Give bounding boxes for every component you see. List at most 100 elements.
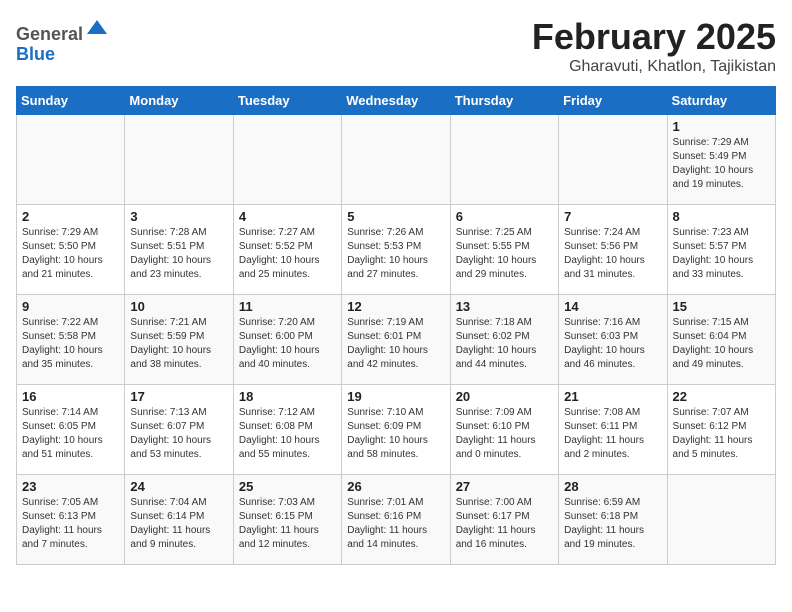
day-info: Sunrise: 7:05 AM Sunset: 6:13 PM Dayligh…: [22, 496, 119, 552]
calendar-cell: 10Sunrise: 7:21 AM Sunset: 5:59 PM Dayli…: [125, 295, 233, 385]
day-info: Sunrise: 7:23 AM Sunset: 5:57 PM Dayligh…: [673, 226, 770, 282]
calendar-table: SundayMondayTuesdayWednesdayThursdayFrid…: [16, 86, 776, 565]
day-info: Sunrise: 7:22 AM Sunset: 5:58 PM Dayligh…: [22, 316, 119, 372]
day-info: Sunrise: 7:03 AM Sunset: 6:15 PM Dayligh…: [239, 496, 336, 552]
day-number: 25: [239, 479, 336, 494]
day-number: 5: [347, 209, 444, 224]
weekday-header-friday: Friday: [559, 87, 667, 115]
calendar-cell: [667, 475, 775, 565]
calendar-cell: 3Sunrise: 7:28 AM Sunset: 5:51 PM Daylig…: [125, 205, 233, 295]
calendar-cell: 12 Sunrise: 7:19 AM Sunset: 6:01 PM Dayli…: [342, 295, 450, 385]
calendar-cell: 13 Sunrise: 7:18 AM Sunset: 6:02 PM Dayli…: [450, 295, 558, 385]
weekday-header-saturday: Saturday: [667, 87, 775, 115]
calendar-cell: 4 Sunrise: 7:27 AM Sunset: 5:52 PM Daylig…: [233, 205, 341, 295]
day-info: Sunrise: 7:20 AM Sunset: 6:00 PM Dayligh…: [239, 316, 336, 372]
day-info: Sunrise: 7:01 AM Sunset: 6:16 PM Dayligh…: [347, 496, 444, 552]
logo-general-text: General: [16, 24, 83, 44]
day-number: 12: [347, 299, 444, 314]
calendar-cell: 8 Sunrise: 7:23 AM Sunset: 5:57 PM Daylig…: [667, 205, 775, 295]
day-info: Sunrise: 7:10 AM Sunset: 6:09 PM Dayligh…: [347, 406, 444, 462]
calendar-cell: [233, 115, 341, 205]
calendar-cell: 17Sunrise: 7:13 AM Sunset: 6:07 PM Dayli…: [125, 385, 233, 475]
weekday-header-wednesday: Wednesday: [342, 87, 450, 115]
weekday-header-row: SundayMondayTuesdayWednesdayThursdayFrid…: [17, 87, 776, 115]
calendar-cell: 18 Sunrise: 7:12 AM Sunset: 6:08 PM Dayli…: [233, 385, 341, 475]
day-number: 23: [22, 479, 119, 494]
calendar-cell: 28Sunrise: 6:59 AM Sunset: 6:18 PM Dayli…: [559, 475, 667, 565]
day-number: 4: [239, 209, 336, 224]
calendar-cell: 5 Sunrise: 7:26 AM Sunset: 5:53 PM Daylig…: [342, 205, 450, 295]
day-info: Sunrise: 7:21 AM Sunset: 5:59 PM Dayligh…: [130, 316, 227, 372]
day-info: Sunrise: 7:14 AM Sunset: 6:05 PM Dayligh…: [22, 406, 119, 462]
day-number: 22: [673, 389, 770, 404]
week-row-5: 23 Sunrise: 7:05 AM Sunset: 6:13 PM Dayli…: [17, 475, 776, 565]
day-number: 8: [673, 209, 770, 224]
logo-blue-text: Blue: [16, 44, 55, 64]
day-number: 11: [239, 299, 336, 314]
week-row-3: 9 Sunrise: 7:22 AM Sunset: 5:58 PM Daylig…: [17, 295, 776, 385]
week-row-2: 2 Sunrise: 7:29 AM Sunset: 5:50 PM Daylig…: [17, 205, 776, 295]
day-info: Sunrise: 7:09 AM Sunset: 6:10 PM Dayligh…: [456, 406, 553, 462]
page-header: General Blue February 2025 Gharavuti, Kh…: [16, 16, 776, 76]
calendar-cell: 2 Sunrise: 7:29 AM Sunset: 5:50 PM Daylig…: [17, 205, 125, 295]
day-info: Sunrise: 7:15 AM Sunset: 6:04 PM Dayligh…: [673, 316, 770, 372]
day-info: Sunrise: 7:16 AM Sunset: 6:03 PM Dayligh…: [564, 316, 661, 372]
day-number: 6: [456, 209, 553, 224]
day-number: 15: [673, 299, 770, 314]
weekday-header-monday: Monday: [125, 87, 233, 115]
weekday-header-sunday: Sunday: [17, 87, 125, 115]
calendar-cell: [342, 115, 450, 205]
day-info: Sunrise: 7:29 AM Sunset: 5:50 PM Dayligh…: [22, 226, 119, 282]
logo: General Blue: [16, 16, 109, 65]
day-number: 27: [456, 479, 553, 494]
day-number: 16: [22, 389, 119, 404]
day-number: 26: [347, 479, 444, 494]
day-info: Sunrise: 7:26 AM Sunset: 5:53 PM Dayligh…: [347, 226, 444, 282]
calendar-cell: [125, 115, 233, 205]
day-number: 20: [456, 389, 553, 404]
day-number: 21: [564, 389, 661, 404]
calendar-cell: 27Sunrise: 7:00 AM Sunset: 6:17 PM Dayli…: [450, 475, 558, 565]
calendar-cell: 7 Sunrise: 7:24 AM Sunset: 5:56 PM Daylig…: [559, 205, 667, 295]
day-number: 9: [22, 299, 119, 314]
day-number: 7: [564, 209, 661, 224]
calendar-cell: 16 Sunrise: 7:14 AM Sunset: 6:05 PM Dayli…: [17, 385, 125, 475]
logo-icon: [85, 16, 109, 40]
day-info: Sunrise: 7:27 AM Sunset: 5:52 PM Dayligh…: [239, 226, 336, 282]
day-info: Sunrise: 7:08 AM Sunset: 6:11 PM Dayligh…: [564, 406, 661, 462]
calendar-cell: 15 Sunrise: 7:15 AM Sunset: 6:04 PM Dayli…: [667, 295, 775, 385]
calendar-cell: [17, 115, 125, 205]
day-number: 24: [130, 479, 227, 494]
calendar-cell: 24 Sunrise: 7:04 AM Sunset: 6:14 PM Dayli…: [125, 475, 233, 565]
calendar-cell: 14Sunrise: 7:16 AM Sunset: 6:03 PM Dayli…: [559, 295, 667, 385]
calendar-cell: 9 Sunrise: 7:22 AM Sunset: 5:58 PM Daylig…: [17, 295, 125, 385]
day-number: 18: [239, 389, 336, 404]
day-info: Sunrise: 7:29 AM Sunset: 5:49 PM Dayligh…: [673, 136, 770, 192]
day-number: 17: [130, 389, 227, 404]
day-info: Sunrise: 7:24 AM Sunset: 5:56 PM Dayligh…: [564, 226, 661, 282]
day-number: 28: [564, 479, 661, 494]
calendar-cell: 11 Sunrise: 7:20 AM Sunset: 6:00 PM Dayli…: [233, 295, 341, 385]
calendar-cell: 6 Sunrise: 7:25 AM Sunset: 5:55 PM Daylig…: [450, 205, 558, 295]
day-info: Sunrise: 7:07 AM Sunset: 6:12 PM Dayligh…: [673, 406, 770, 462]
day-info: Sunrise: 7:25 AM Sunset: 5:55 PM Dayligh…: [456, 226, 553, 282]
day-info: Sunrise: 7:28 AM Sunset: 5:51 PM Dayligh…: [130, 226, 227, 282]
calendar-cell: 19 Sunrise: 7:10 AM Sunset: 6:09 PM Dayli…: [342, 385, 450, 475]
calendar-cell: 26 Sunrise: 7:01 AM Sunset: 6:16 PM Dayli…: [342, 475, 450, 565]
day-info: Sunrise: 7:12 AM Sunset: 6:08 PM Dayligh…: [239, 406, 336, 462]
location-subtitle: Gharavuti, Khatlon, Tajikistan: [532, 58, 776, 76]
calendar-cell: 20 Sunrise: 7:09 AM Sunset: 6:10 PM Dayli…: [450, 385, 558, 475]
calendar-cell: 23 Sunrise: 7:05 AM Sunset: 6:13 PM Dayli…: [17, 475, 125, 565]
day-number: 19: [347, 389, 444, 404]
day-number: 2: [22, 209, 119, 224]
title-block: February 2025 Gharavuti, Khatlon, Tajiki…: [532, 16, 776, 76]
week-row-1: 1 Sunrise: 7:29 AM Sunset: 5:49 PM Daylig…: [17, 115, 776, 205]
calendar-cell: 1 Sunrise: 7:29 AM Sunset: 5:49 PM Daylig…: [667, 115, 775, 205]
weekday-header-tuesday: Tuesday: [233, 87, 341, 115]
day-info: Sunrise: 7:04 AM Sunset: 6:14 PM Dayligh…: [130, 496, 227, 552]
day-info: Sunrise: 7:19 AM Sunset: 6:01 PM Dayligh…: [347, 316, 444, 372]
month-title: February 2025: [532, 16, 776, 58]
day-number: 1: [673, 119, 770, 134]
day-info: Sunrise: 7:18 AM Sunset: 6:02 PM Dayligh…: [456, 316, 553, 372]
day-number: 13: [456, 299, 553, 314]
